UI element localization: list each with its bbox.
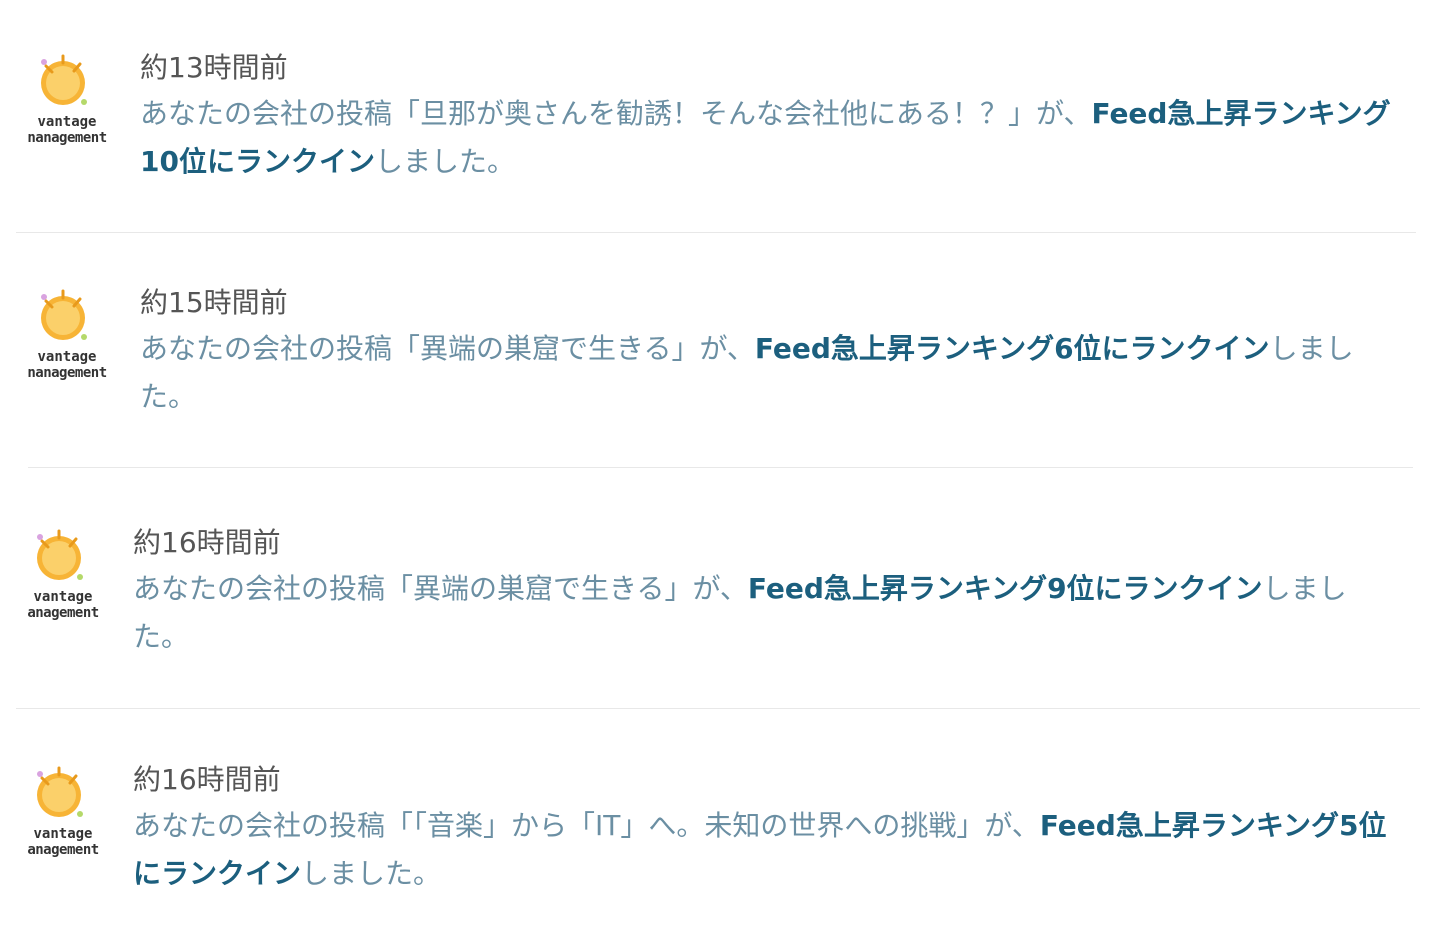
company-logo-text: vantage nanagement — [14, 349, 120, 381]
sun-logo-icon — [37, 529, 83, 580]
company-avatar[interactable]: vantage nanagement — [14, 48, 120, 160]
logo-line-2: anagement — [27, 842, 99, 858]
notification-feed: vantage nanagement 約13時間前 あなたの会社の投稿「旦那が奥… — [0, 0, 1440, 940]
notification-content: 約16時間前 あなたの会社の投稿「「音楽」から「IT」へ。未知の世界への挑戦」が… — [133, 752, 1393, 898]
logo-line-1: vantage — [33, 589, 93, 605]
sun-logo-icon — [41, 54, 87, 105]
notification-message: あなたの会社の投稿「「音楽」から「IT」へ。未知の世界への挑戦」が、Feed急上… — [133, 802, 1393, 898]
message-prefix: あなたの会社の投稿「異端の巣窟で生きる」が、 — [140, 332, 755, 365]
notification-content: 約13時間前 あなたの会社の投稿「旦那が奥さんを勧誘！そんな会社他にある！？」が… — [140, 40, 1400, 186]
logo-line-2: nanagement — [27, 365, 107, 381]
logo-line-2: anagement — [27, 605, 99, 621]
message-prefix: あなたの会社の投稿「「音楽」から「IT」へ。未知の世界への挑戦」が、 — [133, 809, 1040, 842]
divider — [16, 708, 1420, 709]
ranking-link[interactable]: Feed急上昇ランキング9位にランクイン — [748, 572, 1263, 605]
ranking-link[interactable]: Feed急上昇ランキング6位にランクイン — [755, 332, 1270, 365]
logo-line-1: vantage — [37, 349, 97, 365]
company-logo-text: vantage anagement — [10, 589, 116, 621]
notification-message: あなたの会社の投稿「異端の巣窟で生きる」が、Feed急上昇ランキング9位にランク… — [133, 565, 1393, 661]
company-avatar[interactable]: vantage anagement — [10, 523, 116, 635]
divider — [16, 232, 1416, 233]
company-logo-text: vantage nanagement — [14, 114, 120, 146]
logo-line-2: nanagement — [27, 130, 107, 146]
notification-message: あなたの会社の投稿「旦那が奥さんを勧誘！そんな会社他にある！？」が、Feed急上… — [140, 90, 1400, 186]
timestamp: 約16時間前 — [133, 763, 281, 796]
message-suffix: しました。 — [374, 145, 515, 178]
timestamp: 約16時間前 — [133, 526, 281, 559]
logo-line-1: vantage — [33, 826, 93, 842]
message-prefix: あなたの会社の投稿「旦那が奥さんを勧誘！そんな会社他にある！？」が、 — [140, 97, 1092, 130]
notification-content: 約16時間前 あなたの会社の投稿「異端の巣窟で生きる」が、Feed急上昇ランキン… — [133, 515, 1393, 661]
company-logo-text: vantage anagement — [10, 826, 116, 858]
timestamp: 約13時間前 — [140, 51, 288, 84]
company-avatar[interactable]: vantage anagement — [10, 760, 116, 872]
divider — [28, 467, 1413, 468]
notification-message: あなたの会社の投稿「異端の巣窟で生きる」が、Feed急上昇ランキング6位にランク… — [140, 325, 1400, 421]
message-suffix: しました。 — [301, 857, 442, 890]
message-prefix: あなたの会社の投稿「異端の巣窟で生きる」が、 — [133, 572, 748, 605]
sun-logo-icon — [41, 289, 87, 340]
logo-line-1: vantage — [37, 114, 97, 130]
company-avatar[interactable]: vantage nanagement — [14, 283, 120, 395]
timestamp: 約15時間前 — [140, 286, 288, 319]
sun-logo-icon — [37, 766, 83, 817]
notification-content: 約15時間前 あなたの会社の投稿「異端の巣窟で生きる」が、Feed急上昇ランキン… — [140, 275, 1400, 421]
